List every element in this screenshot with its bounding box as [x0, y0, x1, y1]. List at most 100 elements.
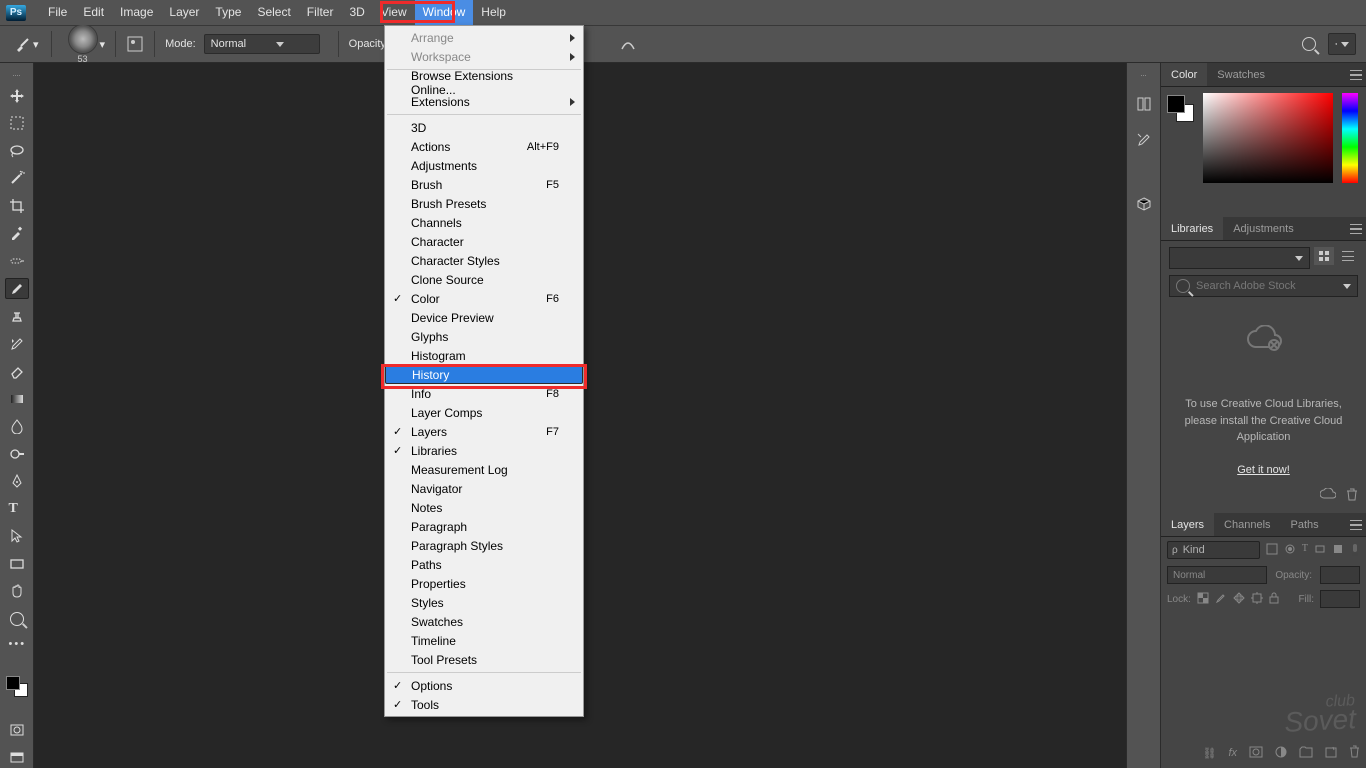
window-menu-options[interactable]: Options: [385, 676, 583, 695]
menu-file[interactable]: File: [40, 0, 75, 25]
list-view-icon[interactable]: [1338, 247, 1358, 265]
link-layers-icon[interactable]: ⛓: [1202, 747, 1216, 760]
3d-panel-icon[interactable]: [1132, 193, 1156, 215]
window-menu-properties[interactable]: Properties: [385, 574, 583, 593]
window-menu-styles[interactable]: Styles: [385, 593, 583, 612]
window-menu-info[interactable]: InfoF8: [385, 384, 583, 403]
window-menu-actions[interactable]: ActionsAlt+F9: [385, 137, 583, 156]
current-tool-icon[interactable]: [14, 35, 32, 53]
blend-mode-select[interactable]: Normal: [204, 34, 320, 54]
layers-panel-menu[interactable]: [1346, 513, 1366, 536]
window-menu-layer-comps[interactable]: Layer Comps: [385, 403, 583, 422]
color-fg-bg[interactable]: [1167, 95, 1185, 113]
window-menu-device-preview[interactable]: Device Preview: [385, 308, 583, 327]
tab-swatches[interactable]: Swatches: [1207, 63, 1275, 86]
foreground-background-color[interactable]: [6, 676, 28, 697]
tab-channels[interactable]: Channels: [1214, 513, 1280, 536]
color-slider-track[interactable]: [1203, 201, 1333, 211]
adjustment-layer-icon[interactable]: [1275, 746, 1287, 761]
screen-mode-toggle[interactable]: [5, 748, 29, 768]
tab-libraries[interactable]: Libraries: [1161, 217, 1223, 240]
window-menu-clone-source[interactable]: Clone Source: [385, 270, 583, 289]
window-menu-tool-presets[interactable]: Tool Presets: [385, 650, 583, 669]
trash-icon[interactable]: [1346, 487, 1358, 504]
window-menu-character-styles[interactable]: Character Styles: [385, 251, 583, 270]
pen-tool[interactable]: [5, 471, 29, 492]
brush-panel-icon[interactable]: [126, 35, 144, 53]
hand-tool[interactable]: [5, 581, 29, 602]
menu-edit[interactable]: Edit: [75, 0, 112, 25]
move-tool[interactable]: [5, 86, 29, 107]
edit-toolbar[interactable]: •••: [5, 636, 29, 657]
marquee-tool[interactable]: [5, 113, 29, 134]
history-brush-tool[interactable]: [5, 333, 29, 354]
window-menu-paragraph[interactable]: Paragraph: [385, 517, 583, 536]
menu-image[interactable]: Image: [112, 0, 161, 25]
grid-view-icon[interactable]: [1314, 247, 1334, 265]
tab-adjustments[interactable]: Adjustments: [1223, 217, 1304, 240]
search-icon[interactable]: [1302, 37, 1316, 51]
layer-opacity-input[interactable]: [1320, 566, 1360, 584]
lock-artboard-icon[interactable]: [1251, 592, 1263, 607]
new-layer-icon[interactable]: [1325, 746, 1337, 761]
lock-pixels-icon[interactable]: [1197, 592, 1209, 607]
lock-brush-icon[interactable]: [1215, 592, 1227, 607]
brush-tool[interactable]: [5, 278, 29, 299]
tab-color[interactable]: Color: [1161, 63, 1207, 86]
eyedropper-tool[interactable]: [5, 223, 29, 244]
window-menu-character[interactable]: Character: [385, 232, 583, 251]
pressure-opacity-icon[interactable]: [619, 35, 637, 53]
library-dropdown[interactable]: [1169, 247, 1310, 269]
blur-tool[interactable]: [5, 416, 29, 437]
lock-all-icon[interactable]: [1269, 592, 1279, 607]
window-menu-paths[interactable]: Paths: [385, 555, 583, 574]
window-menu-brush-presets[interactable]: Brush Presets: [385, 194, 583, 213]
menu-type[interactable]: Type: [207, 0, 249, 25]
window-menu-3d[interactable]: 3D: [385, 118, 583, 137]
hue-slider[interactable]: [1342, 93, 1358, 183]
layer-filter-icons[interactable]: T: [1266, 543, 1360, 557]
color-panel-menu[interactable]: [1346, 63, 1366, 86]
window-menu-arrange[interactable]: Arrange: [385, 28, 583, 47]
window-menu-history[interactable]: History: [385, 365, 583, 384]
window-menu-layers[interactable]: LayersF7: [385, 422, 583, 441]
healing-brush-tool[interactable]: [5, 251, 29, 272]
brush-presets-icon[interactable]: [1132, 129, 1156, 151]
menu-help[interactable]: Help: [473, 0, 514, 25]
group-icon[interactable]: [1299, 746, 1313, 761]
window-menu-paragraph-styles[interactable]: Paragraph Styles: [385, 536, 583, 555]
window-menu-adjustments[interactable]: Adjustments: [385, 156, 583, 175]
magic-wand-tool[interactable]: [5, 168, 29, 189]
cloud-sync-icon[interactable]: [1320, 488, 1336, 503]
menu-filter[interactable]: Filter: [299, 0, 342, 25]
window-menu-swatches[interactable]: Swatches: [385, 612, 583, 631]
lock-position-icon[interactable]: [1233, 592, 1245, 607]
rectangle-tool[interactable]: [5, 554, 29, 575]
blend-mode-select-layers[interactable]: Normal: [1167, 566, 1267, 584]
zoom-tool[interactable]: [5, 609, 29, 630]
workspace-switcher[interactable]: [1328, 33, 1356, 55]
window-menu-extensions[interactable]: Extensions: [385, 92, 583, 111]
crop-tool[interactable]: [5, 196, 29, 217]
eraser-tool[interactable]: [5, 361, 29, 382]
window-menu-glyphs[interactable]: Glyphs: [385, 327, 583, 346]
type-tool[interactable]: T: [5, 498, 29, 519]
menu-layer[interactable]: Layer: [161, 0, 207, 25]
tools-grip[interactable]: [3, 73, 31, 79]
menu-view[interactable]: View: [373, 0, 415, 25]
window-menu-libraries[interactable]: Libraries: [385, 441, 583, 460]
window-menu-browse-extensions-online-[interactable]: Browse Extensions Online...: [385, 73, 583, 92]
color-field[interactable]: [1203, 93, 1333, 183]
window-menu-timeline[interactable]: Timeline: [385, 631, 583, 650]
tab-layers[interactable]: Layers: [1161, 513, 1214, 536]
path-selection-tool[interactable]: [5, 526, 29, 547]
libraries-search[interactable]: Search Adobe Stock: [1169, 275, 1358, 297]
mask-icon[interactable]: [1249, 746, 1263, 761]
brush-preset-picker[interactable]: 53: [68, 24, 98, 64]
window-menu-tools[interactable]: Tools: [385, 695, 583, 714]
get-it-now-link[interactable]: Get it now!: [1169, 462, 1358, 479]
dodge-tool[interactable]: [5, 443, 29, 464]
panel-grip[interactable]: [1130, 73, 1158, 79]
gradient-tool[interactable]: [5, 388, 29, 409]
window-menu-color[interactable]: ColorF6: [385, 289, 583, 308]
